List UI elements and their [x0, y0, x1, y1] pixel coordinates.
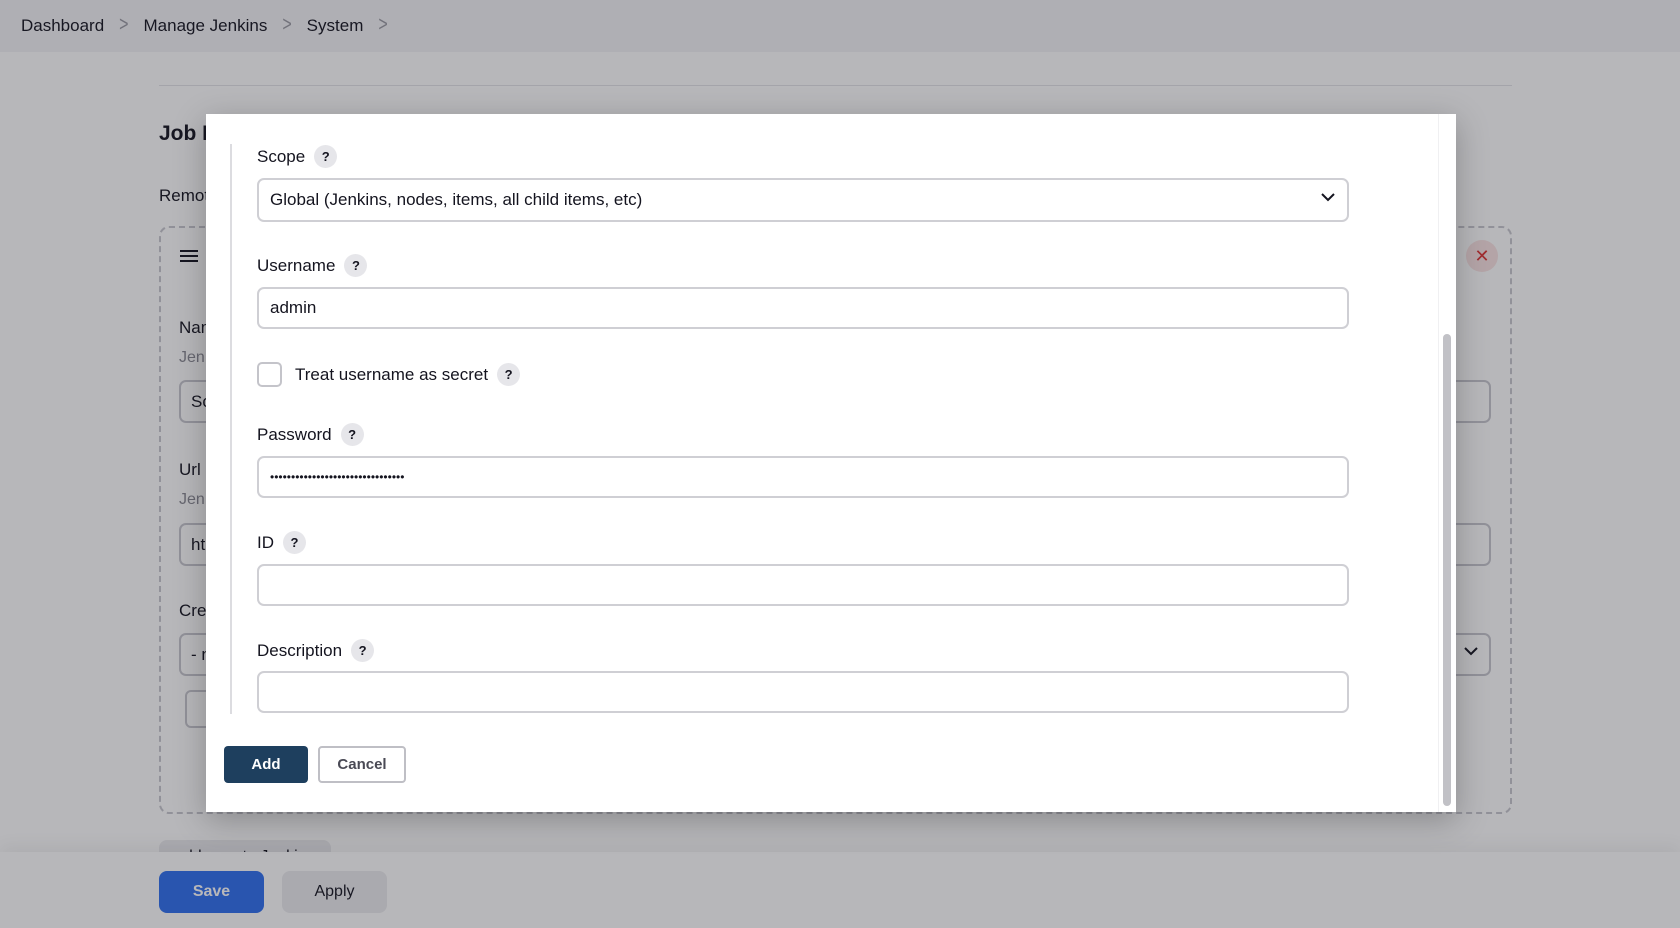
- add-button[interactable]: Add: [224, 746, 308, 783]
- description-label: Description ?: [257, 639, 375, 662]
- id-input[interactable]: [257, 564, 1349, 606]
- scope-select-value: Global (Jenkins, nodes, items, all child…: [270, 190, 643, 209]
- password-input-value: ••••••••••••••••••••••••••••••••: [270, 470, 405, 484]
- modal-scrollbar-thumb[interactable]: [1443, 334, 1451, 806]
- help-icon[interactable]: ?: [340, 423, 364, 446]
- help-icon[interactable]: ?: [351, 639, 375, 662]
- help-icon[interactable]: ?: [344, 254, 368, 277]
- help-icon[interactable]: ?: [497, 363, 521, 386]
- username-label-text: Username: [257, 255, 336, 275]
- username-input[interactable]: [257, 287, 1349, 329]
- nesting-line: [230, 144, 232, 714]
- add-credentials-dialog: Scope ? Global (Jenkins, nodes, items, a…: [206, 114, 1456, 812]
- treat-username-secret-label[interactable]: Treat username as secret: [295, 365, 488, 385]
- scope-label-text: Scope: [257, 146, 306, 166]
- username-label: Username ?: [257, 254, 368, 277]
- password-input[interactable]: ••••••••••••••••••••••••••••••••: [257, 456, 1349, 498]
- id-label: ID ?: [257, 531, 306, 554]
- scope-select[interactable]: Global (Jenkins, nodes, items, all child…: [257, 178, 1349, 222]
- cancel-button[interactable]: Cancel: [318, 746, 406, 783]
- help-icon[interactable]: ?: [314, 145, 338, 168]
- password-label-text: Password: [257, 424, 332, 444]
- id-label-text: ID: [257, 532, 274, 552]
- treat-username-secret-checkbox[interactable]: [257, 362, 282, 387]
- help-icon[interactable]: ?: [283, 531, 306, 554]
- description-input[interactable]: [257, 671, 1349, 713]
- treat-username-secret-row: Treat username as secret ?: [257, 362, 521, 387]
- description-label-text: Description: [257, 640, 343, 660]
- scope-label: Scope ?: [257, 145, 338, 168]
- password-label: Password ?: [257, 423, 364, 446]
- chevron-down-icon: [1321, 193, 1335, 202]
